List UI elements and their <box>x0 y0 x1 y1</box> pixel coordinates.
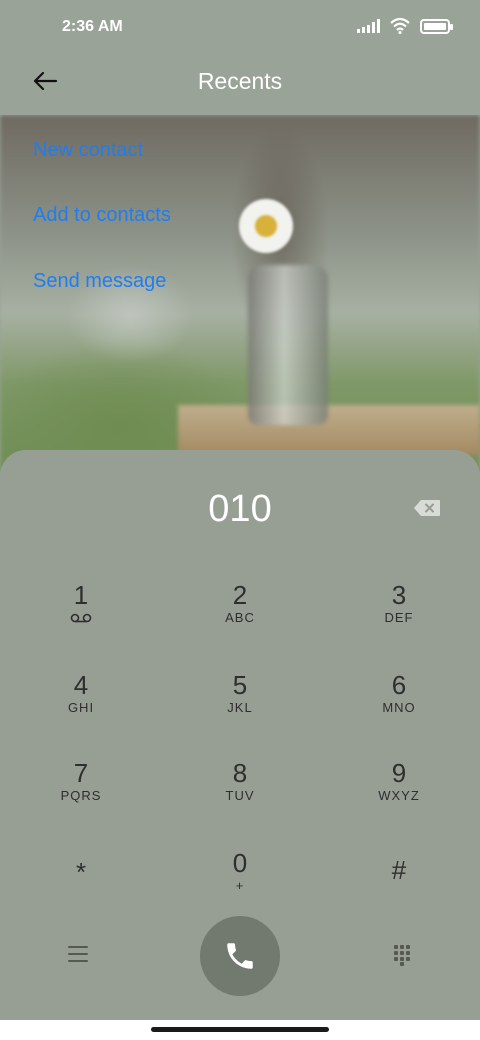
dialer-screen: 2:36 AM Recents New contact Add to conta… <box>0 0 480 1040</box>
menu-icon[interactable] <box>68 946 88 962</box>
key-5[interactable]: 5 JKL <box>180 670 300 750</box>
dialed-number: 010 <box>208 488 272 530</box>
backspace-icon[interactable] <box>413 499 441 517</box>
background-vase <box>248 265 328 425</box>
status-time: 2:36 AM <box>62 18 123 35</box>
header-bar: 2:36 AM Recents <box>0 0 480 115</box>
new-contact-link[interactable]: New contact <box>33 139 143 162</box>
battery-icon <box>420 18 453 34</box>
key-9[interactable]: 9 WXYZ <box>339 758 459 838</box>
page-title: Recents <box>197 68 283 94</box>
home-indicator[interactable] <box>151 1027 329 1032</box>
send-message-link[interactable]: Send message <box>33 270 166 293</box>
signal-icon <box>357 19 380 33</box>
key-4[interactable]: 4 GHI <box>21 670 141 750</box>
phone-icon <box>227 943 253 969</box>
background-table <box>178 405 480 455</box>
voicemail-icon <box>70 613 92 623</box>
key-6[interactable]: 6 MNO <box>339 670 459 750</box>
wifi-icon <box>390 18 410 34</box>
key-8[interactable]: 8 TUV <box>180 758 300 838</box>
key-star[interactable]: * <box>21 857 141 937</box>
key-7[interactable]: 7 PQRS <box>21 758 141 838</box>
call-button[interactable] <box>200 916 280 996</box>
dialpad-icon[interactable] <box>393 944 411 966</box>
key-2[interactable]: 2 ABC <box>180 580 300 660</box>
background-flower <box>238 198 294 254</box>
key-hash[interactable]: # <box>339 855 459 935</box>
key-1[interactable]: 1 <box>21 580 141 660</box>
status-icons <box>357 18 453 34</box>
key-3[interactable]: 3 DEF <box>339 580 459 660</box>
add-to-contacts-link[interactable]: Add to contacts <box>33 204 171 227</box>
